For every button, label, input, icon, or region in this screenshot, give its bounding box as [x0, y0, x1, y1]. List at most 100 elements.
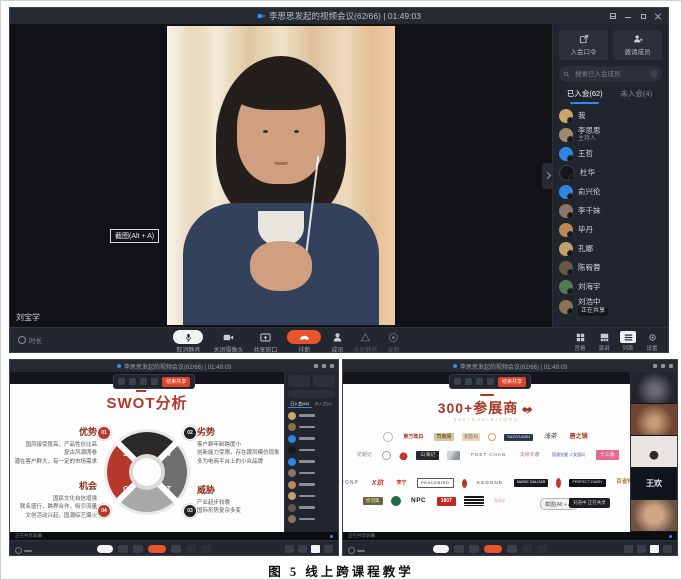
view-grid-button[interactable]: [285, 545, 294, 553]
camera-button[interactable]: 关闭摄像头: [213, 330, 243, 353]
mini-member-row[interactable]: [288, 411, 335, 420]
members-button[interactable]: [171, 545, 181, 553]
participant-video-thumb[interactable]: [631, 372, 677, 404]
invite-button[interactable]: 邀请成员: [613, 30, 662, 60]
mini-member-row[interactable]: [288, 515, 335, 524]
view-list-button[interactable]: [650, 545, 659, 553]
tab-joined[interactable]: 已入会(62): [559, 88, 611, 102]
share-window-button[interactable]: 共享窗口: [253, 330, 277, 353]
tab-not-joined[interactable]: 未入会(4): [611, 88, 663, 102]
mute-all-button[interactable]: [186, 545, 196, 553]
minimize-icon[interactable]: [624, 12, 632, 20]
view-gallery-button[interactable]: 演讲: [596, 331, 612, 352]
member-row[interactable]: 王哲: [559, 146, 662, 162]
share-tool-icon[interactable]: [118, 378, 125, 385]
settings-button[interactable]: [324, 545, 333, 553]
share-tool-icon[interactable]: [476, 378, 483, 385]
share-toolbar: 结束共享: [113, 374, 195, 389]
member-row[interactable]: 刘浩中 正在共享: [559, 298, 662, 316]
settings-button[interactable]: [663, 545, 672, 553]
share-tool-icon[interactable]: [151, 378, 158, 385]
mini-name-bar: [299, 437, 315, 440]
view-grid-button[interactable]: [624, 545, 633, 553]
camera-button[interactable]: [454, 545, 464, 553]
meeting-code-button[interactable]: 入会口令: [559, 30, 608, 60]
mini-member-row[interactable]: [288, 469, 335, 478]
settings-button[interactable]: 设置: [644, 331, 660, 352]
tab-joined[interactable]: 已入会(62): [288, 401, 312, 408]
view-grid-button[interactable]: 宫格: [572, 331, 588, 352]
window-controls[interactable]: [314, 364, 334, 368]
weaknesses-block: 劣势 客户群年龄跨度小 创新能力受限，存在跟风模仿现象 多为电商平台上的小众品牌: [197, 426, 284, 466]
sidebar-collapse-handle[interactable]: [542, 163, 552, 189]
share-tool-icon[interactable]: [487, 378, 494, 385]
maximize-icon[interactable]: [639, 12, 647, 20]
hangup-button[interactable]: 挂断: [287, 330, 321, 353]
camera-button[interactable]: [118, 545, 128, 553]
mute-all-label: 全员静音: [353, 345, 377, 353]
share-window-icon: [260, 330, 271, 344]
add-person-icon: [633, 34, 643, 44]
member-name: 刘浩中: [578, 298, 608, 307]
tab-not-joined[interactable]: 未入会(4): [312, 401, 336, 408]
mini-member-row[interactable]: [288, 434, 335, 443]
participant-video-thumb[interactable]: [631, 404, 677, 436]
participant-thumbs-strip: 刘浩中 正在共享 王欢: [630, 372, 677, 532]
member-row[interactable]: 我: [559, 108, 662, 124]
view-list-button[interactable]: [311, 545, 320, 553]
end-share-button[interactable]: 结束共享: [162, 377, 190, 387]
camera-icon: [453, 364, 457, 368]
mini-member-row[interactable]: [288, 492, 335, 501]
duration-indicator: 时长: [18, 335, 42, 345]
mini-member-row[interactable]: [288, 423, 335, 432]
share-tool-icon[interactable]: [454, 378, 461, 385]
share-tool-icon[interactable]: [140, 378, 147, 385]
member-search-input[interactable]: [573, 70, 647, 79]
view-gallery-button[interactable]: [637, 545, 646, 553]
mute-all-button[interactable]: [522, 545, 532, 553]
mini-member-row[interactable]: [288, 457, 335, 466]
unmute-button[interactable]: 取消静音: [173, 330, 203, 353]
share-window-button[interactable]: [133, 545, 143, 553]
meeting-code-button[interactable]: [288, 375, 310, 387]
record-button[interactable]: [537, 545, 547, 553]
window-controls[interactable]: [653, 364, 673, 368]
invite-button[interactable]: [313, 375, 335, 387]
mini-member-row[interactable]: [288, 446, 335, 455]
record-button[interactable]: 录制: [387, 330, 399, 353]
member-avatar: [559, 165, 575, 181]
layout-icon[interactable]: [609, 12, 617, 20]
hangup-button[interactable]: [484, 545, 502, 553]
unmute-button[interactable]: [97, 545, 113, 553]
members-button[interactable]: 成员: [331, 330, 343, 353]
participant-video-thumb[interactable]: [631, 500, 677, 532]
member-row[interactable]: 杜华: [559, 165, 662, 181]
member-row[interactable]: 李思思 主持人: [559, 127, 662, 143]
record-button[interactable]: [201, 545, 211, 553]
view-list-button[interactable]: 列表: [620, 331, 636, 352]
participant-video-thumb[interactable]: 王欢: [631, 468, 677, 500]
brand-logo: 司南阁: [434, 433, 454, 441]
mini-member-row[interactable]: [288, 480, 335, 489]
member-search[interactable]: [288, 390, 335, 398]
end-share-button[interactable]: 结束共享: [498, 377, 526, 387]
close-icon[interactable]: [654, 12, 662, 20]
member-row[interactable]: 陈宥蓉: [559, 260, 662, 276]
members-button[interactable]: [507, 545, 517, 553]
unmute-button[interactable]: [433, 545, 449, 553]
member-row[interactable]: 毕丹: [559, 222, 662, 238]
member-row[interactable]: 俞兴伦: [559, 184, 662, 200]
share-window-button[interactable]: [469, 545, 479, 553]
hangup-button[interactable]: [148, 545, 166, 553]
participant-video-thumb[interactable]: [631, 436, 677, 468]
member-row[interactable]: 李千妹: [559, 203, 662, 219]
member-row[interactable]: 孔娜: [559, 241, 662, 257]
mute-all-button[interactable]: 全员静音: [353, 330, 377, 353]
mini-member-row[interactable]: [288, 503, 335, 512]
member-row[interactable]: 刘海宇: [559, 279, 662, 295]
share-tool-icon[interactable]: [129, 378, 136, 385]
search-option-icon[interactable]: [650, 70, 658, 78]
share-tool-icon[interactable]: [465, 378, 472, 385]
view-gallery-button[interactable]: [298, 545, 307, 553]
member-search[interactable]: [559, 66, 662, 82]
